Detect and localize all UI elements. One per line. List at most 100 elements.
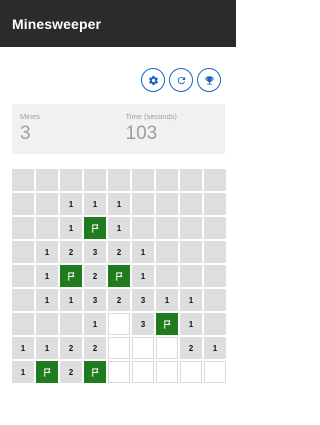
- cell-flagged[interactable]: [36, 361, 58, 383]
- cell-flagged[interactable]: [156, 313, 178, 335]
- cell-number-label: 2: [68, 247, 74, 257]
- cell-unrevealed[interactable]: [180, 241, 202, 263]
- cell-unrevealed[interactable]: [12, 265, 34, 287]
- cell-unrevealed[interactable]: [156, 241, 178, 263]
- cell-unrevealed[interactable]: [60, 169, 82, 191]
- cell-number-label: 3: [140, 295, 146, 305]
- cell-number[interactable]: 1: [36, 241, 58, 263]
- cell-number[interactable]: 2: [84, 337, 106, 359]
- cell-empty[interactable]: [108, 313, 130, 335]
- cell-unrevealed[interactable]: [36, 313, 58, 335]
- cell-number[interactable]: 1: [132, 241, 154, 263]
- cell-unrevealed[interactable]: [180, 217, 202, 239]
- cell-flagged[interactable]: [108, 265, 130, 287]
- cell-number[interactable]: 3: [84, 289, 106, 311]
- cell-number[interactable]: 2: [60, 337, 82, 359]
- cell-unrevealed[interactable]: [12, 313, 34, 335]
- cell-number-label: 2: [92, 343, 98, 353]
- cell-number[interactable]: 2: [108, 289, 130, 311]
- game-board: 1 1 1 1 1 1 2 3 2 1 1 2 1 1 1 3 2 3 1 1 1 3 1 1 1 2 2 2 1 1 2: [12, 169, 226, 383]
- cell-number[interactable]: 1: [60, 193, 82, 215]
- cell-number[interactable]: 1: [12, 337, 34, 359]
- cell-number[interactable]: 3: [132, 313, 154, 335]
- cell-unrevealed[interactable]: [12, 169, 34, 191]
- cell-unrevealed[interactable]: [204, 313, 226, 335]
- cell-unrevealed[interactable]: [36, 193, 58, 215]
- cell-number[interactable]: 2: [180, 337, 202, 359]
- cell-number-label: 2: [68, 367, 74, 377]
- cell-number[interactable]: 1: [12, 361, 34, 383]
- cell-number[interactable]: 2: [84, 265, 106, 287]
- cell-number[interactable]: 1: [60, 289, 82, 311]
- cell-number[interactable]: 1: [180, 313, 202, 335]
- cell-number[interactable]: 2: [60, 361, 82, 383]
- cell-number[interactable]: 1: [180, 289, 202, 311]
- cell-unrevealed[interactable]: [156, 217, 178, 239]
- time-label: Time (seconds): [125, 112, 177, 121]
- cell-unrevealed[interactable]: [204, 289, 226, 311]
- cell-unrevealed[interactable]: [12, 193, 34, 215]
- cell-unrevealed[interactable]: [180, 169, 202, 191]
- cell-empty[interactable]: [204, 361, 226, 383]
- cell-number[interactable]: 2: [108, 241, 130, 263]
- cell-unrevealed[interactable]: [156, 193, 178, 215]
- cell-number-label: 1: [68, 223, 74, 233]
- cell-empty[interactable]: [180, 361, 202, 383]
- cell-empty[interactable]: [132, 337, 154, 359]
- cell-empty[interactable]: [108, 337, 130, 359]
- cell-number-label: 2: [188, 343, 194, 353]
- cell-unrevealed[interactable]: [108, 169, 130, 191]
- cell-number[interactable]: 1: [108, 193, 130, 215]
- cell-unrevealed[interactable]: [132, 217, 154, 239]
- cell-number[interactable]: 1: [156, 289, 178, 311]
- cell-unrevealed[interactable]: [12, 241, 34, 263]
- cell-number[interactable]: 1: [204, 337, 226, 359]
- flag-icon: [90, 223, 101, 234]
- cell-number[interactable]: 1: [84, 313, 106, 335]
- flag-icon: [66, 271, 77, 282]
- cell-unrevealed[interactable]: [180, 193, 202, 215]
- cell-unrevealed[interactable]: [36, 169, 58, 191]
- cell-unrevealed[interactable]: [156, 169, 178, 191]
- cell-empty[interactable]: [108, 361, 130, 383]
- cell-unrevealed[interactable]: [156, 265, 178, 287]
- cell-unrevealed[interactable]: [36, 217, 58, 239]
- cell-number[interactable]: 1: [108, 217, 130, 239]
- restart-button[interactable]: [169, 68, 193, 92]
- cell-number[interactable]: 1: [60, 217, 82, 239]
- cell-flagged[interactable]: [84, 217, 106, 239]
- cell-empty[interactable]: [156, 337, 178, 359]
- cell-unrevealed[interactable]: [132, 169, 154, 191]
- cell-number[interactable]: 2: [60, 241, 82, 263]
- cell-unrevealed[interactable]: [60, 313, 82, 335]
- cell-empty[interactable]: [132, 361, 154, 383]
- cell-number-label: 2: [92, 271, 98, 281]
- cell-number-label: 1: [20, 343, 26, 353]
- cell-number-label: 1: [164, 295, 170, 305]
- leaderboard-button[interactable]: [197, 68, 221, 92]
- cell-unrevealed[interactable]: [204, 241, 226, 263]
- cell-flagged[interactable]: [84, 361, 106, 383]
- cell-number[interactable]: 1: [36, 265, 58, 287]
- cell-unrevealed[interactable]: [132, 193, 154, 215]
- cell-unrevealed[interactable]: [204, 217, 226, 239]
- cell-unrevealed[interactable]: [12, 289, 34, 311]
- cell-number[interactable]: 3: [132, 289, 154, 311]
- settings-button[interactable]: [141, 68, 165, 92]
- cell-number[interactable]: 1: [36, 337, 58, 359]
- cell-number-label: 1: [92, 199, 98, 209]
- cell-unrevealed[interactable]: [204, 193, 226, 215]
- cell-number[interactable]: 1: [36, 289, 58, 311]
- cell-unrevealed[interactable]: [12, 217, 34, 239]
- cell-number[interactable]: 1: [84, 193, 106, 215]
- cell-flagged[interactable]: [60, 265, 82, 287]
- cell-unrevealed[interactable]: [204, 169, 226, 191]
- cell-unrevealed[interactable]: [84, 169, 106, 191]
- cell-unrevealed[interactable]: [180, 265, 202, 287]
- cell-empty[interactable]: [156, 361, 178, 383]
- cell-number-label: 2: [116, 295, 122, 305]
- cell-unrevealed[interactable]: [204, 265, 226, 287]
- cell-number[interactable]: 1: [132, 265, 154, 287]
- cell-number[interactable]: 3: [84, 241, 106, 263]
- mines-stat: Mines 3: [12, 104, 120, 154]
